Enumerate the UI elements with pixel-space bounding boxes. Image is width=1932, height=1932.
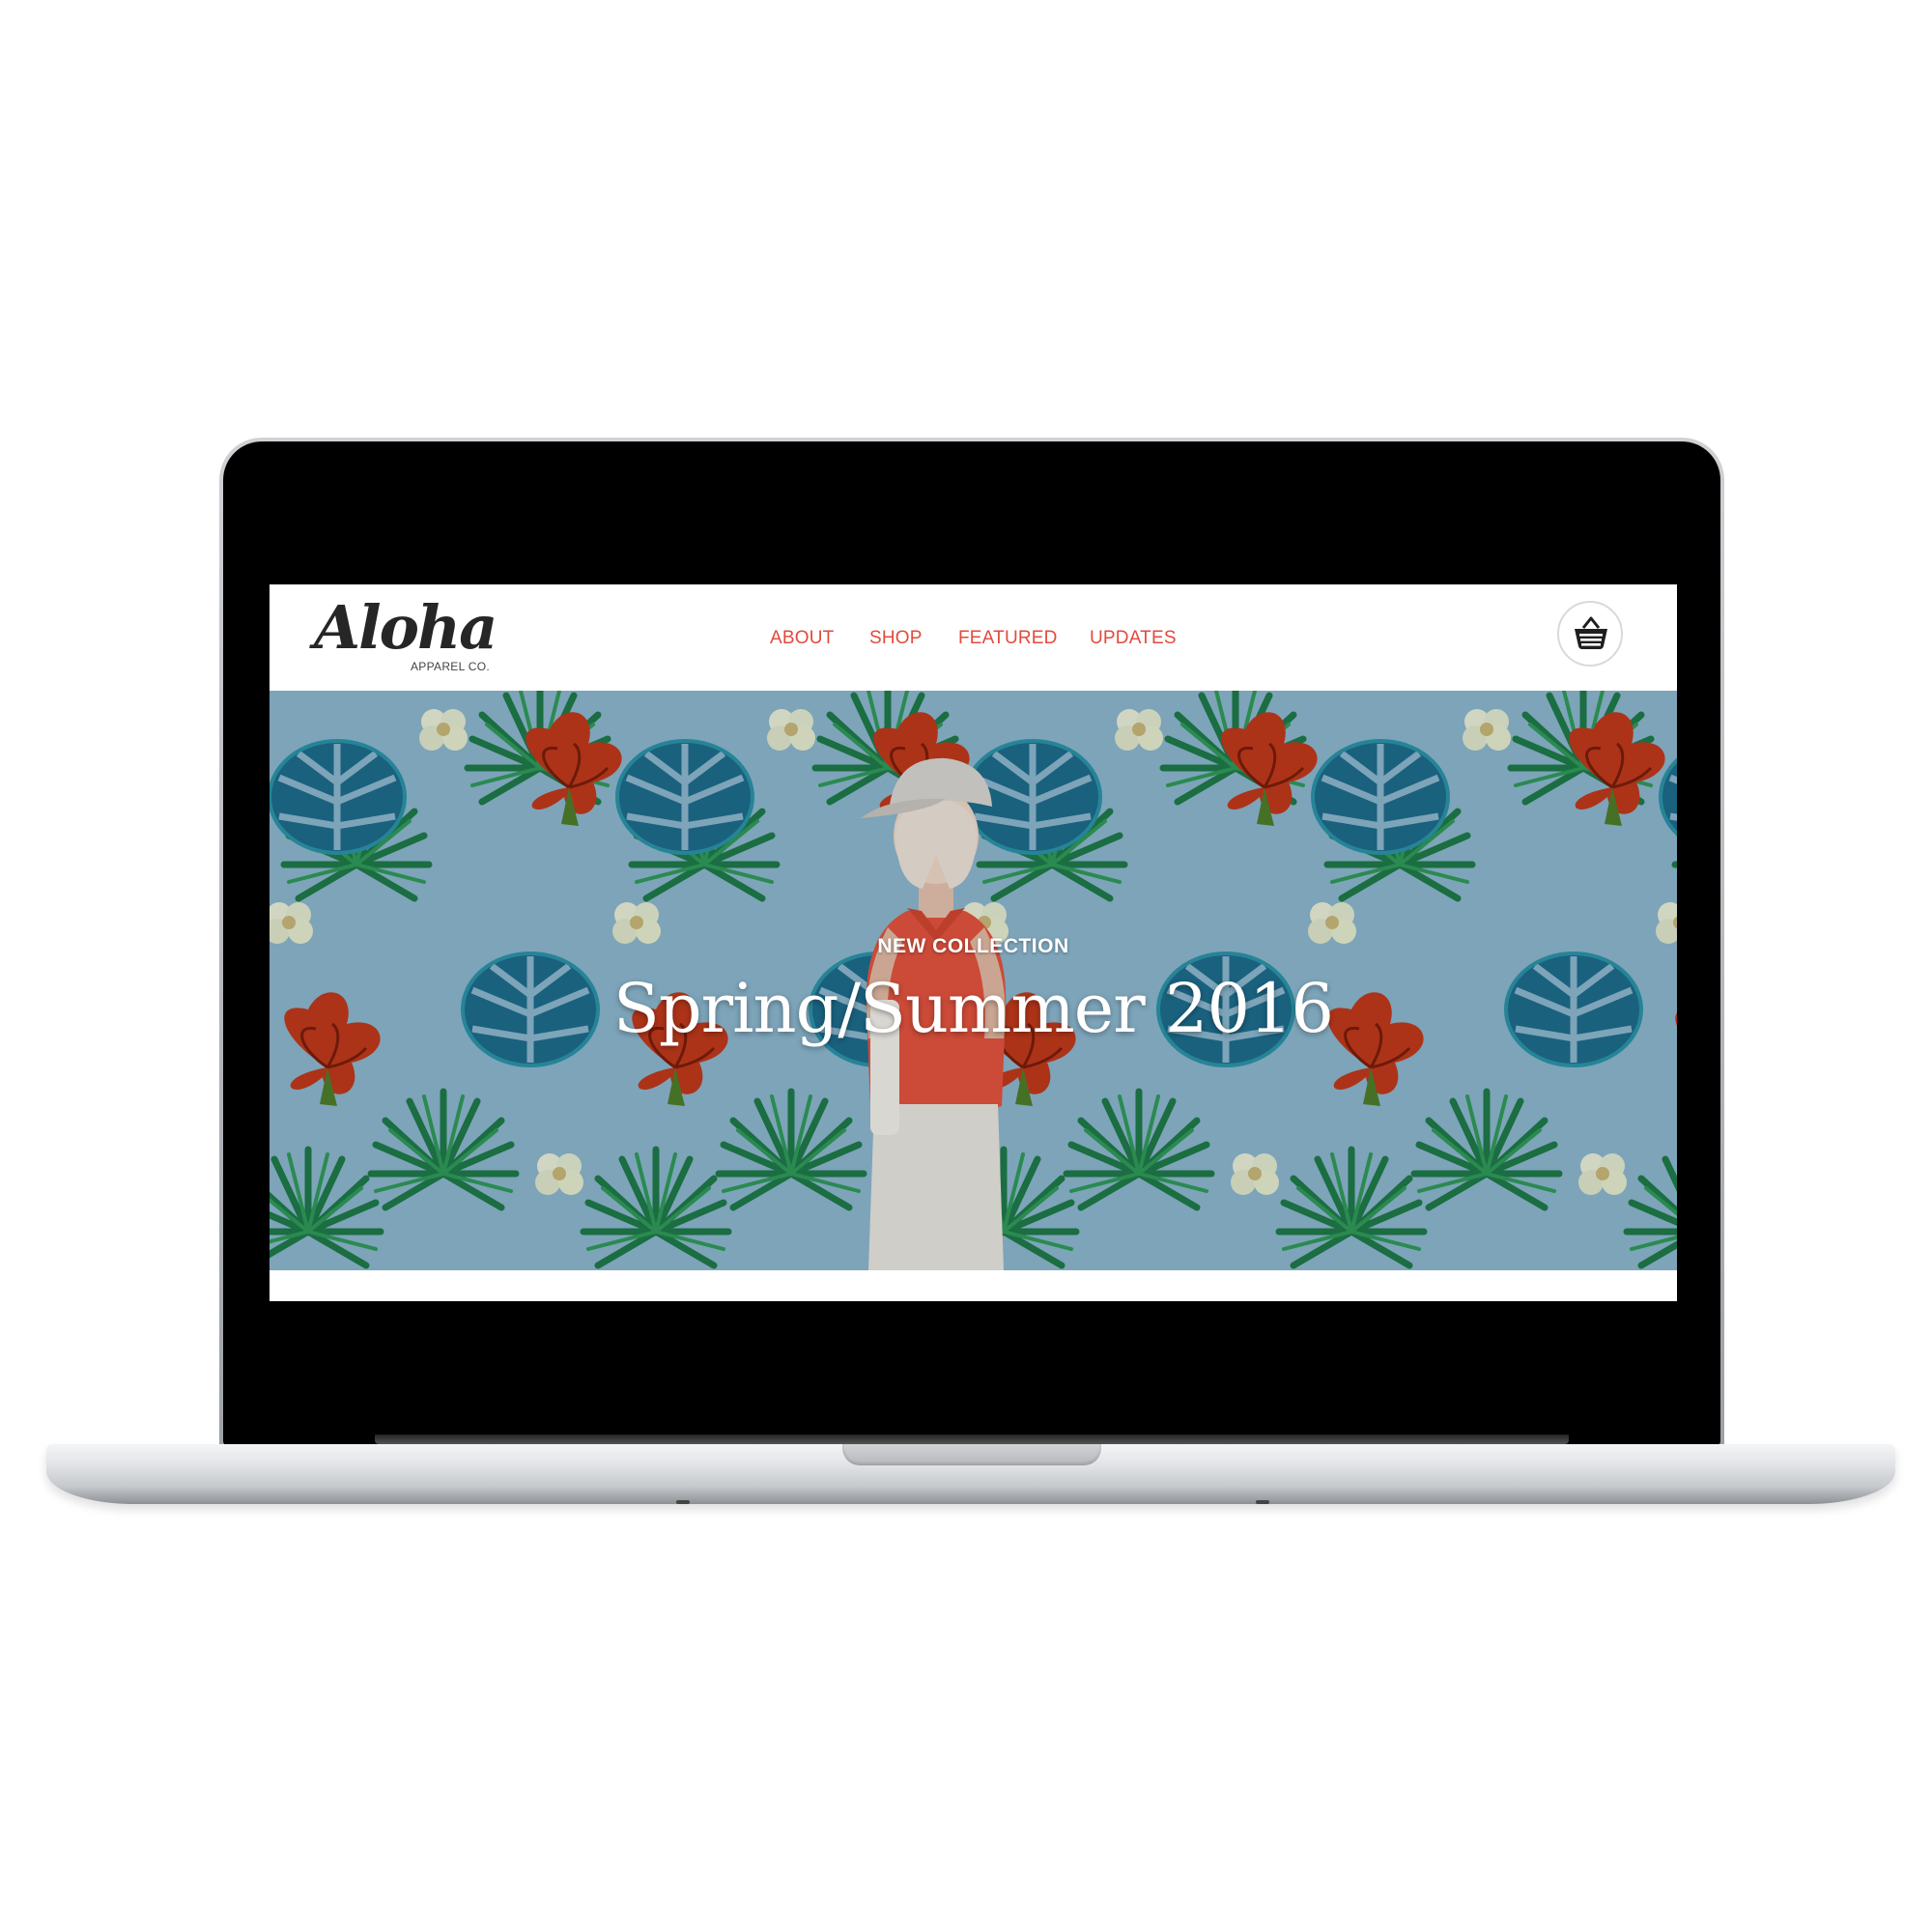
website-screen: Aloha APPAREL CO. ABOUT SHOP FEATURED UP… — [270, 584, 1677, 1301]
basket-icon — [1575, 616, 1607, 649]
laptop-foot — [1256, 1500, 1269, 1504]
main-nav: ABOUT SHOP FEATURED UPDATES — [270, 584, 1677, 691]
page: Aloha APPAREL CO. ABOUT SHOP FEATURED UP… — [0, 0, 1932, 1932]
laptop-notch — [842, 1444, 1101, 1465]
nav-item-featured[interactable]: FEATURED — [958, 628, 1058, 649]
nav-item-shop[interactable]: SHOP — [869, 628, 923, 649]
nav-item-updates[interactable]: UPDATES — [1090, 628, 1177, 649]
hero-eyebrow: NEW COLLECTION — [877, 935, 1069, 957]
hero-banner: NEW COLLECTION Spring/Summer 2016 — [270, 691, 1677, 1270]
laptop-foot — [676, 1500, 690, 1504]
hero-headline: Spring/Summer 2016 — [612, 969, 1334, 1048]
cart-button[interactable] — [1557, 601, 1623, 667]
nav-item-about[interactable]: ABOUT — [770, 628, 834, 649]
site-header: Aloha APPAREL CO. ABOUT SHOP FEATURED UP… — [270, 584, 1677, 691]
laptop-hinge — [375, 1435, 1569, 1444]
